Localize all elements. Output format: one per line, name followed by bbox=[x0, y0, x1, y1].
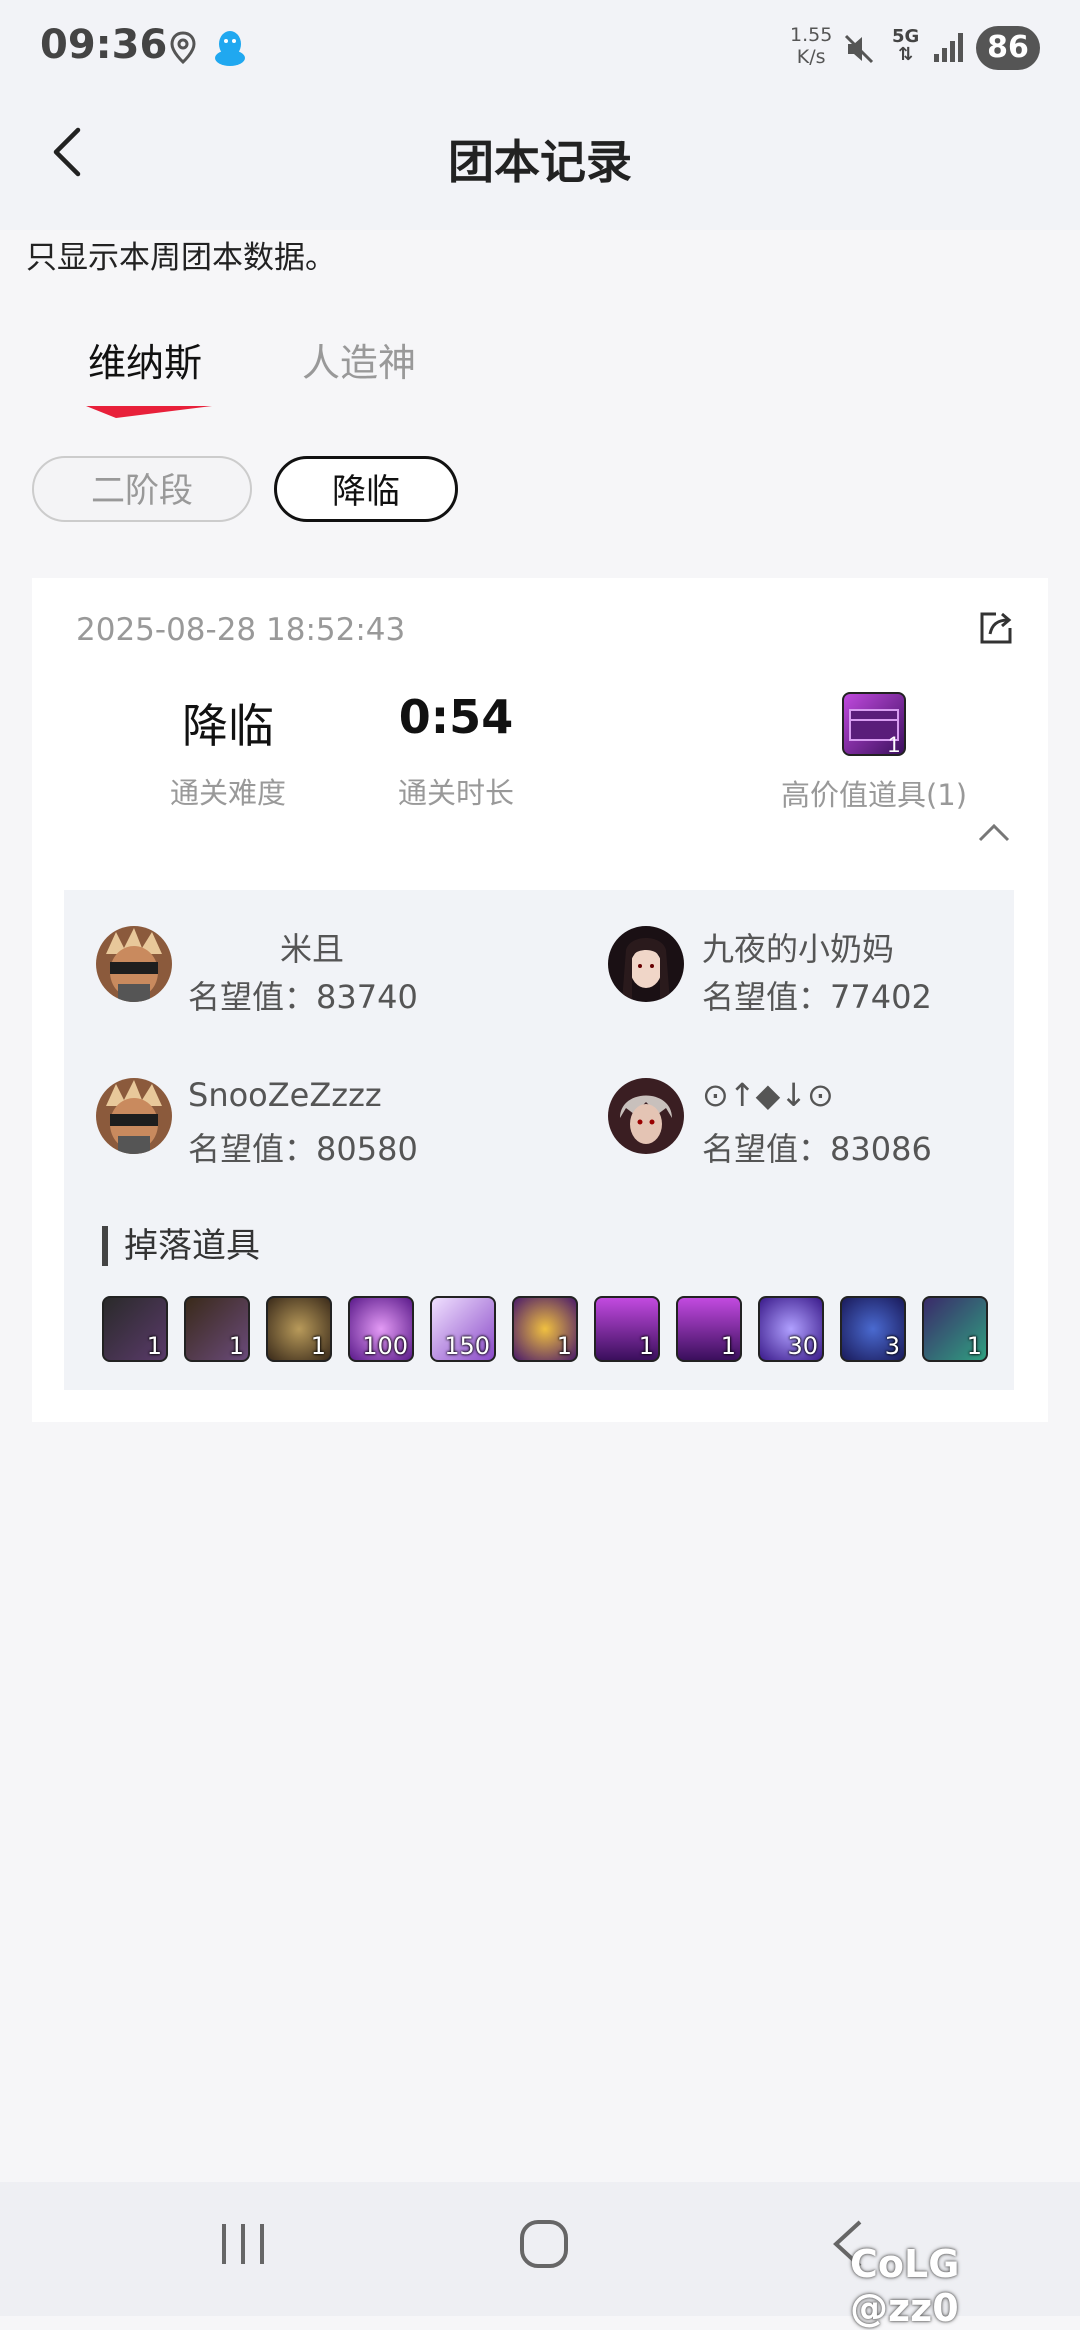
drop-count: 100 bbox=[362, 1332, 408, 1360]
drop-count: 1 bbox=[638, 1332, 654, 1360]
duration-label: 通关时长 bbox=[397, 776, 514, 810]
difficulty-label: 通关难度 bbox=[169, 776, 286, 810]
high-value-label: 高价值道具(1) bbox=[780, 778, 968, 812]
player-fame: 名望值：77402 bbox=[702, 972, 932, 1018]
tab-artificial-god[interactable]: 人造神 bbox=[302, 332, 416, 387]
high-value-item-icon[interactable]: 1 bbox=[842, 692, 906, 757]
drop-item-armor-icon[interactable]: 1 bbox=[102, 1296, 168, 1362]
drop-item-chest-icon[interactable]: 1 bbox=[594, 1296, 660, 1362]
raid-details-panel: 米且 名望值：83740 九夜的小奶妈 名望值：77402 SnooZeZzzz bbox=[64, 890, 1014, 1390]
drop-item-purple-orb-icon[interactable]: 100 bbox=[348, 1296, 414, 1362]
drop-count: 3 bbox=[884, 1332, 900, 1360]
player-fame: 名望值：80580 bbox=[188, 1124, 418, 1170]
drop-count: 1 bbox=[228, 1332, 244, 1360]
active-tab-indicator bbox=[86, 406, 212, 418]
player-fame: 名望值：83086 bbox=[702, 1124, 932, 1170]
colg-logo: CoLG bbox=[850, 2242, 960, 2286]
player-name: SnooZeZzzz bbox=[188, 1076, 382, 1114]
player-avatar[interactable] bbox=[608, 1078, 684, 1154]
signal-icon bbox=[934, 33, 963, 62]
raid-record-card: 2025-08-28 18:52:43 降临 通关难度 0:54 通关时长 1 … bbox=[32, 578, 1048, 1422]
fame-label: 名望值： bbox=[702, 978, 831, 1016]
mute-icon bbox=[844, 34, 874, 64]
phase-filter-descent[interactable]: 降临 bbox=[274, 456, 458, 522]
duration-value: 0:54 bbox=[398, 690, 514, 744]
record-datetime: 2025-08-28 18:52:43 bbox=[76, 612, 406, 648]
share-icon[interactable] bbox=[976, 608, 1016, 648]
location-icon bbox=[170, 31, 196, 65]
drop-count: 1 bbox=[966, 1332, 982, 1360]
recent-apps-icon[interactable] bbox=[218, 2220, 268, 2268]
tab-venus[interactable]: 维纳斯 bbox=[88, 332, 202, 387]
drop-item-wing-icon[interactable]: 1 bbox=[184, 1296, 250, 1362]
fame-label: 名望值： bbox=[188, 978, 317, 1016]
drop-item-emerald-icon[interactable]: 1 bbox=[922, 1296, 988, 1362]
network-speed: 1.55 K/s bbox=[790, 24, 832, 68]
page-title: 团本记录 bbox=[448, 135, 632, 189]
player-fame: 名望值：83740 bbox=[188, 972, 418, 1018]
battery-indicator: 86 bbox=[976, 26, 1040, 70]
fame-label: 名望值： bbox=[702, 1130, 831, 1168]
drop-count: 1 bbox=[720, 1332, 736, 1360]
qq-icon bbox=[215, 31, 245, 66]
fame-value: 77402 bbox=[830, 978, 932, 1016]
player-name: 米且 bbox=[279, 930, 344, 968]
speed-value: 1.55 bbox=[790, 24, 833, 46]
drop-count: 1 bbox=[146, 1332, 162, 1360]
drop-count: 30 bbox=[787, 1332, 818, 1360]
drop-item-gem-icon[interactable]: 1 bbox=[512, 1296, 578, 1362]
network-type: 5G ⇅ bbox=[892, 28, 919, 64]
drop-item-arcane-crystal-icon[interactable]: 30 bbox=[758, 1296, 824, 1362]
watermark: CoLG @zz0 bbox=[850, 2242, 1080, 2330]
speed-unit: K/s bbox=[796, 46, 826, 68]
fame-label: 名望值： bbox=[188, 1130, 317, 1168]
collapse-chevron-icon[interactable] bbox=[976, 820, 1012, 844]
home-icon[interactable] bbox=[518, 2218, 570, 2270]
player-avatar[interactable] bbox=[608, 926, 684, 1002]
status-time: 09:36 bbox=[40, 22, 168, 68]
high-value-count: 1 bbox=[888, 732, 900, 756]
drop-count: 1 bbox=[556, 1332, 572, 1360]
player-name: ⊙↑◆↓⊙ bbox=[702, 1076, 834, 1114]
fame-value: 83086 bbox=[830, 1130, 932, 1168]
week-notice: 只显示本周团本数据。 bbox=[26, 240, 336, 276]
player-avatar[interactable] bbox=[96, 1078, 172, 1154]
watermark-user: @zz0 bbox=[850, 2286, 959, 2330]
difficulty-value: 降临 bbox=[182, 699, 274, 753]
drop-count: 150 bbox=[444, 1332, 490, 1360]
drop-item-chest-icon[interactable]: 1 bbox=[676, 1296, 742, 1362]
drop-item-rose-icon[interactable]: 1 bbox=[266, 1296, 332, 1362]
drop-item-blue-stone-icon[interactable]: 3 bbox=[840, 1296, 906, 1362]
drop-count: 1 bbox=[310, 1332, 326, 1360]
drop-item-crystal-shard-icon[interactable]: 150 bbox=[430, 1296, 496, 1362]
drops-title: 掉落道具 bbox=[102, 1226, 260, 1266]
data-arrows-icon: ⇅ bbox=[898, 44, 914, 65]
player-name: 九夜的小奶妈 bbox=[702, 930, 895, 968]
fame-value: 80580 bbox=[316, 1130, 418, 1168]
fame-value: 83740 bbox=[316, 978, 418, 1016]
phase-filter-stage2[interactable]: 二阶段 bbox=[32, 456, 252, 522]
player-avatar[interactable] bbox=[96, 926, 172, 1002]
